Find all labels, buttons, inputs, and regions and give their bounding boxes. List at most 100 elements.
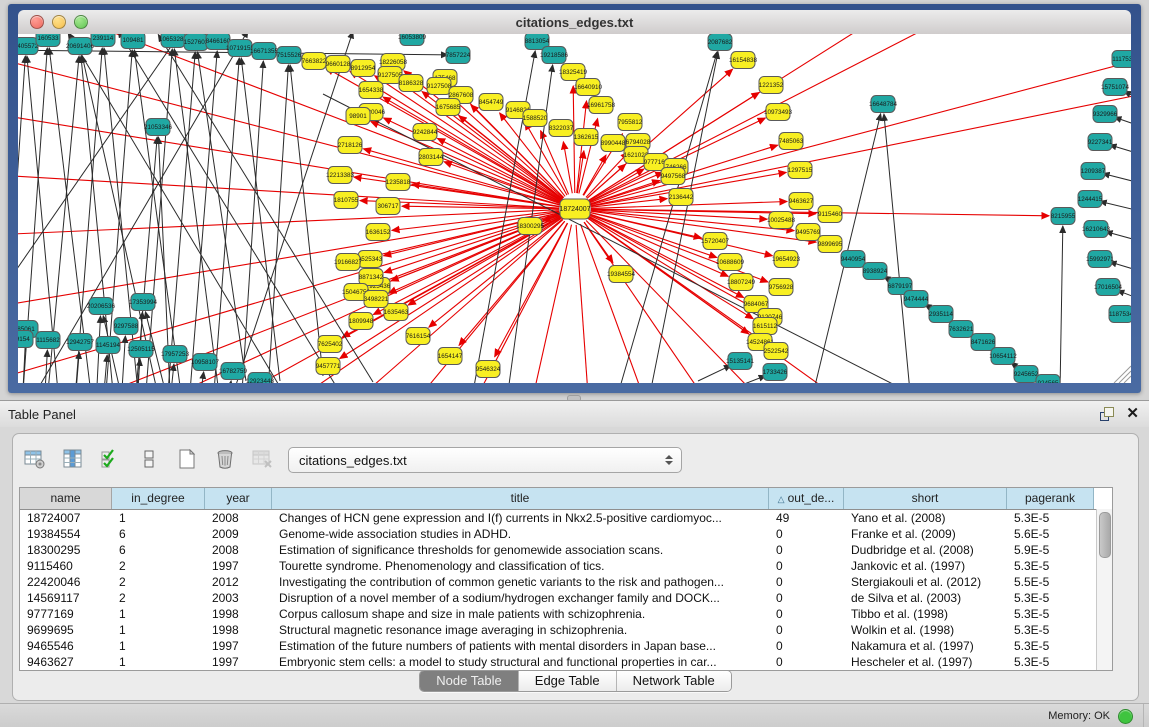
table-row[interactable]: 969969511998Structural magnetic resonanc… xyxy=(20,622,1112,638)
graph-node[interactable]: 7625402 xyxy=(318,336,343,353)
graph-node[interactable]: 16154838 xyxy=(729,52,758,69)
graph-node[interactable]: 9474444 xyxy=(904,291,929,308)
graph-node[interactable]: 39154 xyxy=(18,331,33,348)
table-row[interactable]: 2242004622012Investigating the contribut… xyxy=(20,574,1112,590)
graph-node[interactable]: 306717 xyxy=(376,198,400,215)
table-select-dropdown[interactable]: citations_edges.txt xyxy=(288,447,682,473)
graph-node[interactable]: 15992971 xyxy=(1086,251,1115,268)
graph-node[interactable]: 9329966 xyxy=(1093,106,1118,123)
graph-node[interactable]: 9495769 xyxy=(796,224,821,241)
graph-node[interactable]: 17016504 xyxy=(1094,279,1123,296)
graph-node[interactable]: 8871342 xyxy=(359,269,384,286)
graph-node[interactable]: 12923448 xyxy=(246,373,275,384)
create-column-icon[interactable] xyxy=(175,447,199,471)
graph-node[interactable]: 1117535 xyxy=(1112,51,1131,68)
graph-node[interactable]: 8322037 xyxy=(549,120,574,137)
graph-node[interactable]: 19654923 xyxy=(772,251,801,268)
graph-node[interactable]: 2136442 xyxy=(669,189,694,206)
graph-node[interactable]: 9242844 xyxy=(413,124,438,141)
graph-node[interactable]: 109481 xyxy=(121,34,145,49)
header-cell-name[interactable]: name xyxy=(20,488,112,509)
graph-node[interactable]: 7616154 xyxy=(406,328,431,345)
table-mode-icon[interactable] xyxy=(23,447,47,471)
graph-node[interactable]: 9497568 xyxy=(661,168,686,185)
graph-node[interactable]: 7955812 xyxy=(618,114,643,131)
graph-node[interactable]: 1654338 xyxy=(359,82,384,99)
graph-node[interactable]: 16210643 xyxy=(1082,221,1111,238)
graph-node[interactable]: 18724007 xyxy=(559,199,590,219)
graph-node[interactable]: 16640910 xyxy=(574,79,603,96)
memory-status-icon[interactable] xyxy=(1118,709,1133,724)
graph-node[interactable]: 1187534 xyxy=(1109,306,1131,323)
graph-node[interactable]: 9899695 xyxy=(818,236,843,253)
tab-node-table[interactable]: Node Table xyxy=(420,671,519,691)
graph-node[interactable]: 9297588 xyxy=(114,318,139,335)
graph-node[interactable]: 15135141 xyxy=(726,353,755,370)
graph-node[interactable]: 9457771 xyxy=(316,358,341,375)
graph-node[interactable]: 12942757 xyxy=(66,334,95,351)
header-cell-year[interactable]: year xyxy=(205,488,272,509)
table-row[interactable]: 1872400712008Changes of HCN gene express… xyxy=(20,510,1112,526)
table-row[interactable]: 1830029562008Estimation of significance … xyxy=(20,542,1112,558)
graph-node[interactable]: 12505115 xyxy=(127,341,155,358)
graph-node[interactable]: 8938924 xyxy=(863,263,888,280)
graph-node[interactable]: 9440954 xyxy=(841,251,866,268)
table-row[interactable]: 1938455462009Genome-wide association stu… xyxy=(20,526,1112,542)
graph-node[interactable]: 2803144 xyxy=(419,149,444,166)
graph-node[interactable]: 1235818 xyxy=(386,174,411,191)
float-panel-icon[interactable] xyxy=(1100,407,1114,421)
table-row[interactable]: 1456911722003Disruption of a novel membe… xyxy=(20,590,1112,606)
graph-node[interactable]: 7663822 xyxy=(302,53,327,70)
graph-node[interactable]: 8215955 xyxy=(1051,208,1076,225)
graph-node[interactable]: 16961758 xyxy=(587,97,616,114)
graph-node[interactable]: 1636152 xyxy=(366,224,391,241)
graph-node[interactable]: 1362615 xyxy=(574,129,599,146)
header-cell-in_degree[interactable]: in_degree xyxy=(112,488,205,509)
graph-node[interactable]: 1221352 xyxy=(759,77,784,94)
header-cell-out_de[interactable]: △out_de... xyxy=(769,488,844,509)
graph-node[interactable]: 98901 xyxy=(346,108,370,125)
graph-node[interactable]: 2087682 xyxy=(708,34,733,51)
window-titlebar[interactable]: citations_edges.txt xyxy=(18,10,1131,35)
graph-node[interactable]: 8471626 xyxy=(971,334,996,351)
header-cell-short[interactable]: short xyxy=(844,488,1007,509)
graph-node[interactable]: 2718126 xyxy=(338,137,363,154)
graph-node[interactable]: 924565 xyxy=(1036,375,1060,384)
graph-node[interactable]: 16671355 xyxy=(250,43,279,60)
graph-node[interactable]: 9756928 xyxy=(769,279,794,296)
graph-node[interactable]: 8186328 xyxy=(399,75,424,92)
graph-node[interactable]: 10025488 xyxy=(767,212,796,229)
graph-node[interactable]: 10973493 xyxy=(764,104,793,121)
delete-table-icon[interactable] xyxy=(251,447,275,471)
graph-node[interactable]: 1209387 xyxy=(1081,163,1106,180)
table-row[interactable]: 946362711997Embryonic stem cells: a mode… xyxy=(20,654,1112,670)
graph-node[interactable]: 8990448 xyxy=(601,135,626,152)
select-all-icon[interactable] xyxy=(99,447,123,471)
graph-node[interactable]: 1654147 xyxy=(438,348,463,365)
graph-node[interactable]: 12213383 xyxy=(326,167,355,184)
graph-node[interactable]: 17353994 xyxy=(129,294,158,311)
graph-node[interactable]: 9546324 xyxy=(476,361,501,378)
graph-node[interactable]: 1635463 xyxy=(384,304,409,321)
graph-node[interactable]: 9463627 xyxy=(789,193,814,210)
close-panel-icon[interactable]: ✕ xyxy=(1126,407,1139,421)
header-cell-title[interactable]: title xyxy=(272,488,769,509)
graph-node[interactable]: 1615112 xyxy=(753,318,778,335)
network-canvas[interactable]: 2405572160533206914062391141094811065328… xyxy=(18,34,1131,383)
delete-column-icon[interactable] xyxy=(213,447,237,471)
graph-node[interactable]: 18300295 xyxy=(516,218,545,235)
graph-node[interactable]: 17957253 xyxy=(161,346,190,363)
header-cell-pagerank[interactable]: pagerank xyxy=(1007,488,1094,509)
graph-node[interactable]: 18325419 xyxy=(559,64,588,81)
graph-node[interactable]: 19166827 xyxy=(334,254,363,271)
graph-node[interactable]: 1733426 xyxy=(763,364,788,381)
graph-node[interactable]: 1297515 xyxy=(788,162,813,179)
scrollbar-thumb[interactable] xyxy=(1099,512,1111,558)
graph-node[interactable]: 15720407 xyxy=(701,233,730,250)
graph-node[interactable]: 160533 xyxy=(36,34,60,47)
graph-node[interactable]: 19218586 xyxy=(540,47,569,64)
graph-node[interactable]: 15751074 xyxy=(1101,79,1130,96)
graph-node[interactable]: 9115460 xyxy=(818,206,843,223)
table-row[interactable]: 911546021997Tourette syndrome. Phenomeno… xyxy=(20,558,1112,574)
graph-node[interactable]: 1809948 xyxy=(349,313,374,330)
